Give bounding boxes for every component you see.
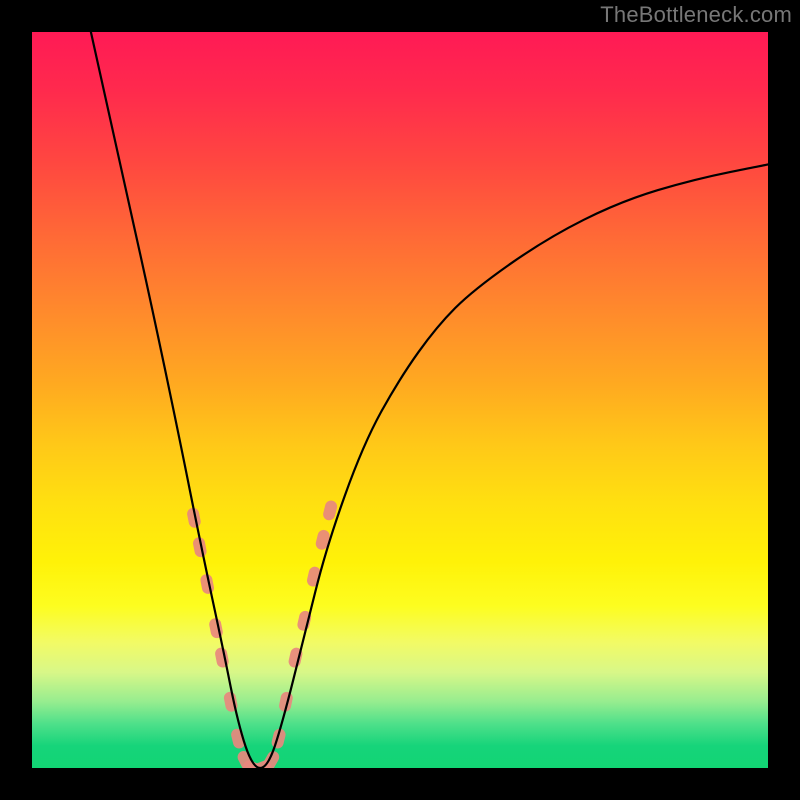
watermark-text: TheBottleneck.com xyxy=(600,2,792,28)
optimal-band-markers xyxy=(186,499,338,768)
plot-area xyxy=(32,32,768,768)
bottleneck-curve xyxy=(91,32,768,768)
curve-layer xyxy=(32,32,768,768)
chart-frame: TheBottleneck.com xyxy=(0,0,800,800)
